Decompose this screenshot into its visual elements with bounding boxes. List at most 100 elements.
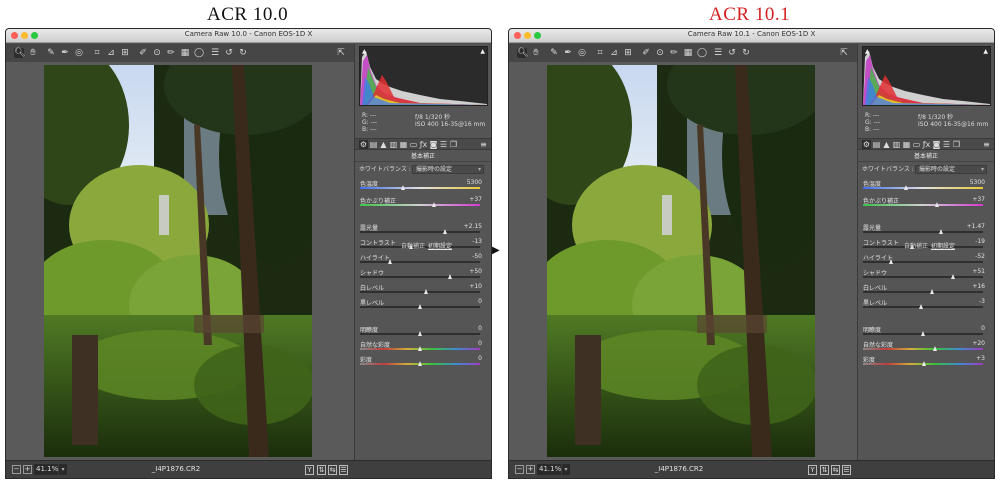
adjustment-brush-icon[interactable]: ✏ <box>166 48 176 58</box>
target-adjust-icon[interactable]: ◎ <box>577 48 587 58</box>
color-sampler-icon[interactable]: ✒ <box>60 48 70 58</box>
hand-tool-icon[interactable]: ✋︎ <box>28 48 38 58</box>
tab-camera-calibration-icon[interactable]: ◙ <box>429 140 438 149</box>
tab-tone-curve-icon[interactable]: ▤ <box>872 140 881 149</box>
radial-filter-icon[interactable]: ◯ <box>194 48 204 58</box>
slider-value-whites[interactable]: +16 <box>972 283 985 290</box>
zoom-dropdown-icon[interactable]: ▾ <box>59 464 67 475</box>
swap-settings-icon[interactable]: ⇅ <box>820 465 829 475</box>
rotate-left-icon[interactable]: ↺ <box>727 48 737 58</box>
slider-value-clarity[interactable]: 0 <box>981 325 985 332</box>
slider-track-whites[interactable] <box>863 291 983 293</box>
slider-thumb-blacks[interactable] <box>919 304 924 309</box>
slider-thumb-clarity[interactable] <box>920 331 925 336</box>
slider-value-exposure[interactable]: +2.15 <box>464 223 482 230</box>
tab-hsl-icon[interactable]: ▥ <box>389 140 398 149</box>
slider-track-vibrance[interactable] <box>863 348 983 350</box>
copy-settings-icon[interactable]: ⇆ <box>328 465 337 475</box>
slider-track-tint[interactable] <box>360 204 480 206</box>
slider-value-tint[interactable]: +37 <box>469 196 482 203</box>
radial-filter-icon[interactable]: ◯ <box>697 48 707 58</box>
target-adjust-icon[interactable]: ◎ <box>74 48 84 58</box>
zoom-tool-icon[interactable]: 🔍︎ <box>14 48 25 58</box>
slider-thumb-shadows[interactable] <box>447 274 452 279</box>
tab-split-toning-icon[interactable]: ▦ <box>902 140 911 149</box>
white-balance-select[interactable]: 撮影時の設定 ▾ <box>915 165 987 174</box>
tab-tone-curve-icon[interactable]: ▤ <box>369 140 378 149</box>
slider-thumb-saturation[interactable] <box>417 361 422 366</box>
slider-value-shadows[interactable]: +50 <box>469 268 482 275</box>
tab-split-toning-icon[interactable]: ▦ <box>399 140 408 149</box>
graduated-filter-icon[interactable]: ▦ <box>180 48 190 58</box>
spot-removal-icon[interactable]: ✐ <box>641 48 651 58</box>
tab-basic-icon[interactable]: ⚙ <box>359 140 368 149</box>
slider-thumb-vibrance[interactable] <box>417 346 422 351</box>
slider-thumb-shadows[interactable] <box>950 274 955 279</box>
before-after-y-icon[interactable]: Y <box>808 465 817 475</box>
hand-tool-icon[interactable]: ✋︎ <box>531 48 541 58</box>
slider-track-temp[interactable] <box>360 187 480 189</box>
slider-thumb-vibrance[interactable] <box>932 346 937 351</box>
rotate-right-icon[interactable]: ↻ <box>238 48 248 58</box>
slider-thumb-whites[interactable] <box>423 289 428 294</box>
shadow-clipping-warning-icon[interactable]: ▲ <box>865 48 870 55</box>
white-balance-eyedropper-icon[interactable]: ✎ <box>549 48 559 58</box>
tab-snapshots-icon[interactable]: ❐ <box>952 140 961 149</box>
slider-value-saturation[interactable]: +3 <box>976 355 985 362</box>
preferences-icon[interactable]: ☰ <box>713 48 723 58</box>
slider-value-contrast[interactable]: -13 <box>472 238 482 245</box>
crop-tool-icon[interactable]: ⌗ <box>92 48 102 58</box>
slider-thumb-temp[interactable] <box>400 185 405 190</box>
tab-detail-icon[interactable]: ▲ <box>882 140 891 149</box>
slider-value-highlights[interactable]: -50 <box>472 253 482 260</box>
tab-basic-icon[interactable]: ⚙ <box>862 140 871 149</box>
slider-track-shadows[interactable] <box>863 276 983 278</box>
slider-thumb-temp[interactable] <box>903 185 908 190</box>
tab-effects-icon[interactable]: ƒx <box>419 140 428 149</box>
slider-value-blacks[interactable]: -3 <box>979 298 985 305</box>
slider-thumb-highlights[interactable] <box>889 259 894 264</box>
slider-thumb-whites[interactable] <box>930 289 935 294</box>
slider-thumb-saturation[interactable] <box>921 361 926 366</box>
tab-effects-icon[interactable]: ƒx <box>922 140 931 149</box>
slider-track-exposure[interactable] <box>360 231 480 233</box>
slider-value-highlights[interactable]: -52 <box>975 253 985 260</box>
zoom-out-button[interactable]: − <box>515 465 524 474</box>
highlight-clipping-warning-icon[interactable]: ▲ <box>983 48 988 55</box>
slider-track-temp[interactable] <box>863 187 983 189</box>
slider-thumb-tint[interactable] <box>431 202 436 207</box>
slider-track-tint[interactable] <box>863 204 983 206</box>
color-sampler-icon[interactable]: ✒ <box>563 48 573 58</box>
adjustment-brush-icon[interactable]: ✏ <box>669 48 679 58</box>
tab-presets-icon[interactable]: ☰ <box>439 140 448 149</box>
auto-button[interactable]: 自動補正 <box>401 241 425 250</box>
copy-settings-icon[interactable]: ⇆ <box>831 465 840 475</box>
default-button[interactable]: 初期設定 <box>931 241 955 250</box>
zoom-level[interactable]: 41.1% <box>34 464 58 475</box>
slider-value-temp[interactable]: 5300 <box>970 179 985 186</box>
zoom-level[interactable]: 41.1% <box>537 464 561 475</box>
transform-tool-icon[interactable]: ⊞ <box>623 48 633 58</box>
toggle-settings-icon[interactable]: ☰ <box>339 465 348 475</box>
slider-track-whites[interactable] <box>360 291 480 293</box>
tab-lens-icon[interactable]: ▭ <box>409 140 418 149</box>
slider-value-saturation[interactable]: 0 <box>478 355 482 362</box>
straighten-tool-icon[interactable]: ⊿ <box>106 48 116 58</box>
panel-menu-icon[interactable]: ≡ <box>479 140 488 149</box>
crop-tool-icon[interactable]: ⌗ <box>595 48 605 58</box>
slider-value-clarity[interactable]: 0 <box>478 325 482 332</box>
slider-thumb-exposure[interactable] <box>442 229 447 234</box>
slider-thumb-tint[interactable] <box>934 202 939 207</box>
tab-hsl-icon[interactable]: ▥ <box>892 140 901 149</box>
slider-thumb-clarity[interactable] <box>417 331 422 336</box>
tab-presets-icon[interactable]: ☰ <box>942 140 951 149</box>
straighten-tool-icon[interactable]: ⊿ <box>609 48 619 58</box>
zoom-dropdown-icon[interactable]: ▾ <box>562 464 570 475</box>
tab-snapshots-icon[interactable]: ❐ <box>449 140 458 149</box>
rotate-right-icon[interactable]: ↻ <box>741 48 751 58</box>
white-balance-select[interactable]: 撮影時の設定 ▾ <box>412 165 484 174</box>
preferences-icon[interactable]: ☰ <box>210 48 220 58</box>
slider-value-contrast[interactable]: -19 <box>975 238 985 245</box>
slider-value-temp[interactable]: 5300 <box>467 179 482 186</box>
slider-value-vibrance[interactable]: +20 <box>972 340 985 347</box>
